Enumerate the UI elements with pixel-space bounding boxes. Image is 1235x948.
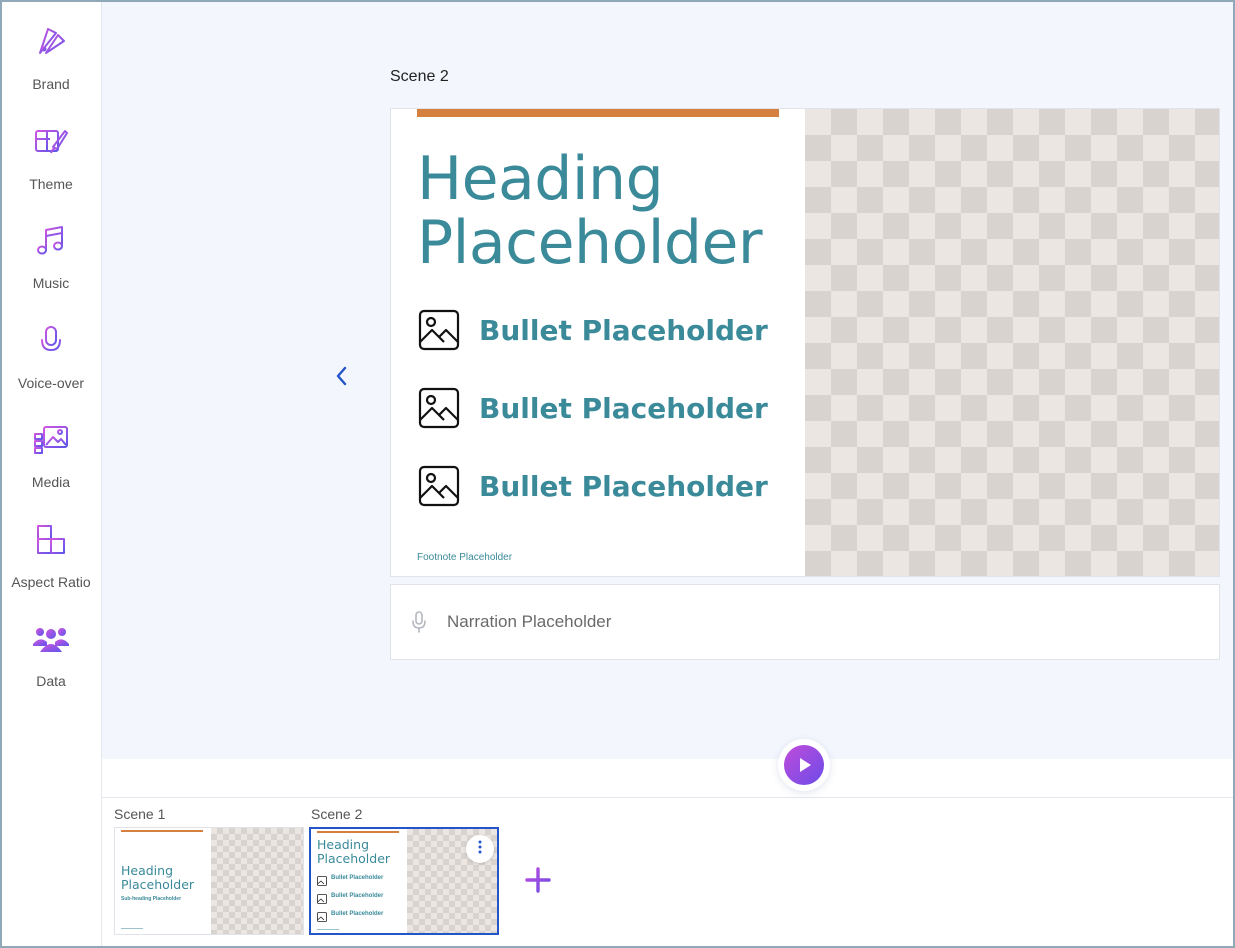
- people-data-icon: [31, 619, 71, 659]
- scene-options-button[interactable]: [466, 835, 494, 863]
- sidebar-item-brand[interactable]: Brand: [2, 6, 100, 96]
- microphone-icon: [409, 610, 429, 634]
- editor-canvas: Scene 2 Heading Placeholder Bullet Place…: [102, 2, 1233, 759]
- play-button[interactable]: [778, 739, 830, 791]
- sidebar-item-label: Brand: [32, 76, 70, 92]
- thumbnail-bullet-text: Bullet Placeholder: [331, 893, 384, 899]
- slide-content: Heading Placeholder Bullet Placeholder B…: [391, 109, 805, 576]
- sidebar-item-label: Data: [36, 673, 66, 689]
- scene-thumbnail-1[interactable]: Heading Placeholder Sub-heading Placehol…: [114, 827, 304, 935]
- thumbnail-heading: Heading Placeholder: [121, 863, 195, 892]
- image-placeholder-icon: [417, 308, 461, 352]
- divider: [102, 797, 1233, 798]
- scene-thumbnail-label: Scene 2: [311, 806, 363, 822]
- image-placeholder-icon: [417, 386, 461, 430]
- thumbnail-footnote: [121, 928, 143, 929]
- transparent-media-placeholder: [211, 828, 303, 934]
- bullet-text: Bullet Placeholder: [479, 469, 768, 503]
- scene-thumbnail-2[interactable]: Heading Placeholder Bullet Placeholder B…: [309, 827, 499, 935]
- bullet-text: Bullet Placeholder: [479, 391, 768, 425]
- slide-preview[interactable]: Heading Placeholder Bullet Placeholder B…: [390, 108, 1220, 577]
- slide-footnote[interactable]: Footnote Placeholder: [417, 552, 512, 563]
- palette-swatch-icon: [31, 22, 71, 62]
- thumbnail-bullet: Bullet Placeholder: [317, 890, 384, 904]
- thumbnail-bullet-text: Bullet Placeholder: [331, 875, 384, 881]
- sidebar-item-label: Music: [32, 275, 70, 291]
- plus-icon: [525, 866, 551, 898]
- thumbnail-heading: Heading Placeholder: [317, 837, 391, 866]
- chevron-left-icon: [335, 365, 349, 392]
- thumbnail-content: Heading Placeholder Bullet Placeholder B…: [311, 829, 407, 933]
- sidebar-item-data[interactable]: Data: [2, 603, 100, 693]
- aspect-ratio-icon: [31, 520, 71, 560]
- accent-bar: [417, 109, 779, 117]
- bullet-text: Bullet Placeholder: [479, 313, 768, 347]
- app-window: Brand Theme Music Voice-over Media Aspec…: [0, 0, 1235, 948]
- thumbnail-bullet-text: Bullet Placeholder: [331, 911, 384, 917]
- accent-bar: [317, 831, 399, 833]
- sidebar-item-label: Aspect Ratio: [11, 574, 91, 590]
- sidebar: Brand Theme Music Voice-over Media Aspec…: [2, 2, 102, 946]
- previous-scene-button[interactable]: [330, 364, 354, 392]
- thumbnail-bullet: Bullet Placeholder: [317, 908, 384, 922]
- image-placeholder-icon: [317, 909, 327, 922]
- media-gallery-icon: [31, 420, 71, 460]
- sidebar-item-label: Theme: [29, 176, 73, 192]
- scene-title: Scene 2: [390, 68, 449, 85]
- slide-bullet[interactable]: Bullet Placeholder: [417, 386, 768, 430]
- microphone-icon: [31, 321, 71, 361]
- thumbnail-footnote: [317, 929, 339, 930]
- sidebar-item-media[interactable]: Media: [2, 404, 100, 494]
- scene-thumbnail-label: Scene 1: [114, 806, 166, 822]
- add-scene-button[interactable]: [520, 866, 556, 898]
- thumbnail-bullet: Bullet Placeholder: [317, 872, 384, 886]
- thumbnail-content: Heading Placeholder Sub-heading Placehol…: [115, 828, 211, 934]
- sidebar-item-music[interactable]: Music: [2, 205, 100, 295]
- accent-bar: [121, 830, 203, 832]
- sidebar-item-label: Media: [31, 474, 71, 490]
- sidebar-item-aspect-ratio[interactable]: Aspect Ratio: [2, 504, 100, 594]
- narration-field[interactable]: Narration Placeholder: [390, 584, 1220, 660]
- sidebar-item-label: Voice-over: [17, 375, 85, 391]
- image-placeholder-icon: [317, 873, 327, 886]
- theme-brush-icon: [31, 122, 71, 162]
- music-note-icon: [31, 221, 71, 261]
- slide-bullet[interactable]: Bullet Placeholder: [417, 308, 768, 352]
- slide-heading[interactable]: Heading Placeholder: [417, 147, 797, 275]
- sidebar-item-theme[interactable]: Theme: [2, 106, 100, 196]
- sidebar-item-voice-over[interactable]: Voice-over: [2, 305, 100, 395]
- thumbnail-subheading: Sub-heading Placeholder: [121, 896, 182, 902]
- more-vertical-icon: [478, 840, 482, 859]
- image-placeholder-icon: [417, 464, 461, 508]
- narration-placeholder: Narration Placeholder: [447, 612, 612, 631]
- transparent-media-placeholder[interactable]: [805, 109, 1219, 576]
- image-placeholder-icon: [317, 891, 327, 904]
- slide-bullet[interactable]: Bullet Placeholder: [417, 464, 768, 508]
- scene-timeline: Scene 1 Heading Placeholder Sub-heading …: [102, 759, 1233, 946]
- play-icon: [784, 745, 824, 785]
